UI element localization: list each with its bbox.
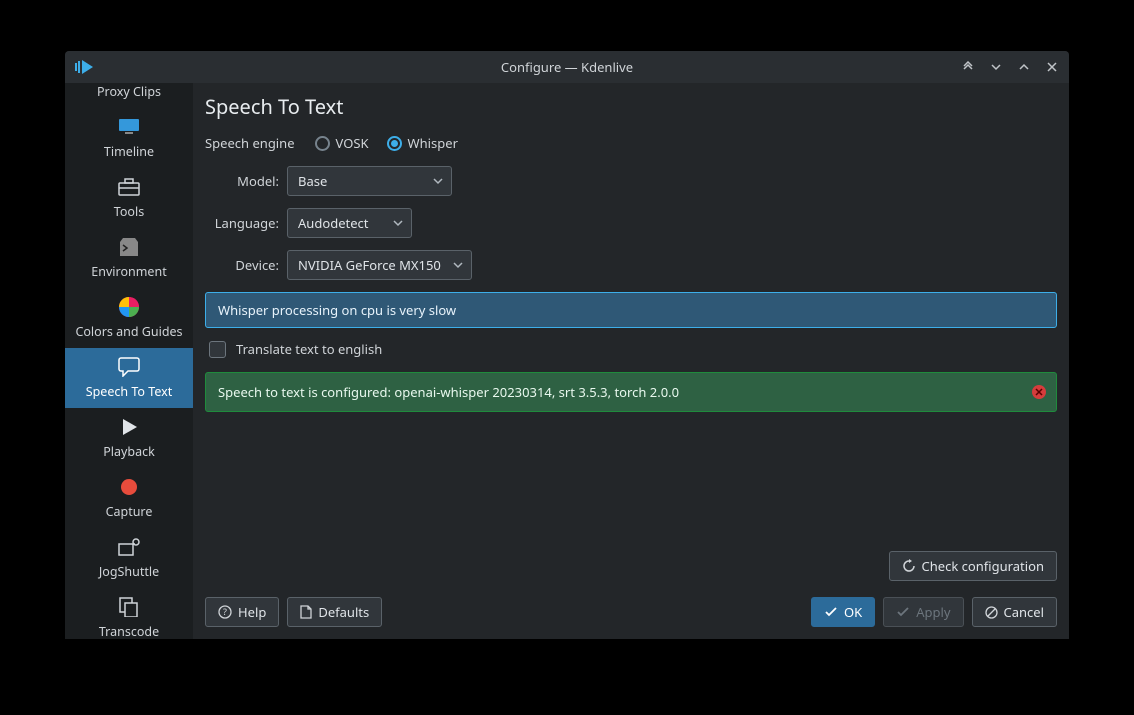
defaults-label: Defaults — [318, 603, 369, 621]
check-configuration-button[interactable]: Check configuration — [889, 551, 1058, 581]
sidebar-item-label: Capture — [106, 503, 153, 520]
sidebar-item-label: Timeline — [104, 143, 154, 160]
device-value: NVIDIA GeForce MX150 — [298, 256, 441, 274]
check-icon — [896, 606, 910, 618]
briefcase-icon — [116, 174, 142, 200]
color-wheel-icon — [116, 294, 142, 320]
shade-up-icon[interactable] — [959, 58, 977, 76]
sidebar-item-label: Proxy Clips — [97, 83, 161, 100]
cancel-button[interactable]: Cancel — [972, 597, 1057, 627]
help-button[interactable]: ? Help — [205, 597, 279, 627]
jogshuttle-icon — [116, 534, 142, 560]
configure-window: Configure — Kdenlive Proxy Clips — [65, 51, 1069, 639]
model-row: Model: Base — [207, 166, 1057, 196]
speech-engine-row: Speech engine VOSK Whisper — [205, 134, 1057, 152]
cancel-icon — [985, 606, 998, 619]
sidebar-item-timeline[interactable]: Timeline — [65, 108, 193, 168]
ok-label: OK — [844, 603, 862, 621]
chevron-down-icon — [453, 261, 463, 269]
window-title: Configure — Kdenlive — [65, 58, 1069, 76]
defaults-button[interactable]: Defaults — [287, 597, 382, 627]
help-label: Help — [238, 603, 266, 621]
dialog-button-bar: ? Help Defaults — [205, 589, 1057, 627]
help-icon: ? — [218, 605, 232, 619]
sidebar-item-capture[interactable]: Capture — [65, 468, 193, 528]
status-banner: Speech to text is configured: openai-whi… — [205, 372, 1057, 412]
sidebar: Proxy Clips Timeline Tools Environment — [65, 83, 193, 639]
sidebar-item-colors-guides[interactable]: Colors and Guides — [65, 288, 193, 348]
sidebar-item-transcode[interactable]: Transcode — [65, 588, 193, 639]
info-banner: Whisper processing on cpu is very slow — [205, 292, 1057, 328]
radio-whisper-label: Whisper — [408, 134, 458, 152]
check-configuration-label: Check configuration — [922, 557, 1045, 575]
chevron-down-icon — [433, 177, 443, 185]
sidebar-item-label: Colors and Guides — [75, 323, 182, 340]
close-icon[interactable] — [1043, 58, 1061, 76]
language-value: Audodetect — [298, 214, 369, 232]
svg-text:?: ? — [223, 605, 227, 618]
chevron-down-icon — [393, 219, 403, 227]
translate-checkbox[interactable] — [209, 341, 226, 358]
language-label: Language: — [207, 214, 287, 232]
record-icon — [116, 474, 142, 500]
sidebar-item-proxy-clips[interactable]: Proxy Clips — [65, 83, 193, 108]
sidebar-item-label: Speech To Text — [86, 383, 173, 400]
copy-icon — [116, 594, 142, 620]
document-icon — [300, 605, 312, 619]
language-select[interactable]: Audodetect — [287, 208, 412, 238]
maximize-icon[interactable] — [1015, 58, 1033, 76]
sidebar-item-speech-to-text[interactable]: Speech To Text — [65, 348, 193, 408]
sidebar-item-label: Transcode — [99, 623, 159, 639]
info-banner-text: Whisper processing on cpu is very slow — [218, 301, 456, 319]
apply-label: Apply — [916, 603, 950, 621]
radio-vosk-label: VOSK — [336, 134, 369, 152]
status-close-icon[interactable] — [1032, 385, 1046, 399]
cancel-label: Cancel — [1004, 603, 1044, 621]
check-icon — [824, 606, 838, 618]
sidebar-item-jogshuttle[interactable]: JogShuttle — [65, 528, 193, 588]
settings-panel: Speech To Text Speech engine VOSK Whispe… — [193, 83, 1069, 639]
device-label: Device: — [207, 256, 287, 274]
model-select[interactable]: Base — [287, 166, 452, 196]
radio-whisper[interactable]: Whisper — [387, 134, 458, 152]
translate-row: Translate text to english — [205, 340, 1057, 358]
sidebar-item-playback[interactable]: Playback — [65, 408, 193, 468]
monitor-icon — [116, 114, 142, 140]
status-text: Speech to text is configured: openai-whi… — [218, 383, 679, 401]
sidebar-item-label: JogShuttle — [99, 563, 159, 580]
play-icon — [116, 414, 142, 440]
model-value: Base — [298, 172, 327, 190]
model-label: Model: — [207, 172, 287, 190]
app-icon — [75, 60, 95, 74]
language-row: Language: Audodetect — [207, 208, 1057, 238]
translate-label: Translate text to english — [236, 340, 382, 358]
sidebar-item-environment[interactable]: Environment — [65, 228, 193, 288]
sidebar-item-label: Playback — [103, 443, 155, 460]
sidebar-item-label: Tools — [114, 203, 144, 220]
page-title: Speech To Text — [205, 93, 1057, 120]
device-row: Device: NVIDIA GeForce MX150 — [207, 250, 1057, 280]
minimize-icon[interactable] — [987, 58, 1005, 76]
radio-vosk[interactable]: VOSK — [315, 134, 369, 152]
device-select[interactable]: NVIDIA GeForce MX150 — [287, 250, 472, 280]
speech-bubble-icon — [116, 354, 142, 380]
apply-button[interactable]: Apply — [883, 597, 963, 627]
sidebar-item-tools[interactable]: Tools — [65, 168, 193, 228]
form-area: Speech engine VOSK Whisper Model: Base — [205, 134, 1057, 627]
ok-button[interactable]: OK — [811, 597, 875, 627]
refresh-icon — [902, 559, 916, 573]
terminal-icon — [116, 234, 142, 260]
engine-label: Speech engine — [205, 134, 295, 152]
sidebar-item-label: Environment — [91, 263, 166, 280]
titlebar[interactable]: Configure — Kdenlive — [65, 51, 1069, 83]
